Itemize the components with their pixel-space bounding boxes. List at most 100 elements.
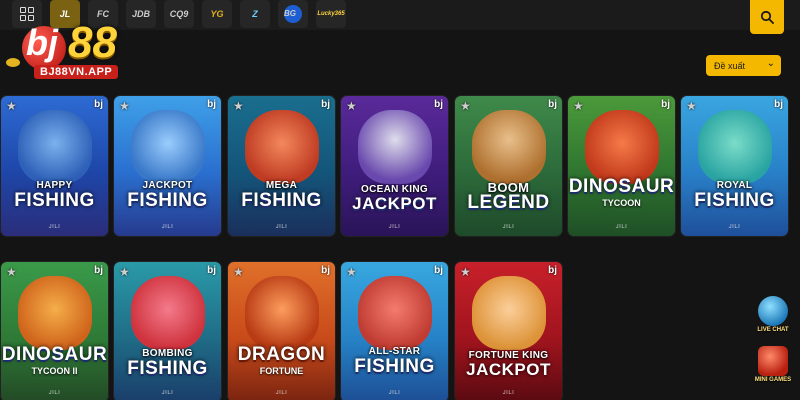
game-card[interactable]: ★ bj JACKPOT FISHING JILI (114, 96, 221, 236)
logo-brand-text: bj (26, 22, 58, 63)
game-artwork (471, 110, 546, 184)
game-title-main: DINOSAUR (1, 344, 108, 365)
game-title-main: FISHING (241, 190, 322, 211)
game-artwork (17, 276, 92, 350)
coin-icon (6, 58, 20, 67)
game-card[interactable]: ★ bj DINOSAUR TYCOON JILI (568, 96, 675, 236)
provider-label: YG (210, 9, 224, 19)
bj-badge-icon: bj (434, 99, 443, 110)
bj-badge-icon: bj (321, 265, 330, 276)
game-card[interactable]: ★ bj FORTUNE KING JACKPOT JILI (455, 262, 562, 400)
game-title-main: JACKPOT (466, 360, 551, 379)
sort-label: Đề xuất (714, 60, 746, 71)
game-provider: JILI (502, 224, 515, 230)
game-card[interactable]: ★ bj MEGA FISHING JILI (228, 96, 335, 236)
game-title-main: LEGEND (467, 192, 550, 213)
star-icon[interactable]: ★ (119, 265, 130, 279)
bj-badge-icon: bj (94, 265, 103, 276)
chevron-down-icon: ⌄ (766, 58, 775, 69)
star-icon[interactable]: ★ (346, 265, 357, 279)
game-card[interactable]: ★ bj ALL-STAR FISHING JILI (341, 262, 448, 400)
search-icon (760, 10, 774, 24)
game-provider: JILI (48, 224, 61, 230)
game-artwork (357, 276, 432, 350)
widget-label: LIVE CHAT (757, 327, 789, 333)
provider-label: BG (284, 5, 302, 23)
game-card[interactable]: ★ bj BOOM LEGEND JILI (455, 96, 562, 236)
game-provider: JILI (388, 390, 401, 396)
game-title-main: FISHING (14, 190, 95, 211)
game-card[interactable]: ★ bj HAPPY FISHING JILI (1, 96, 108, 236)
provider-yg-button[interactable]: YG (202, 0, 232, 28)
game-artwork (130, 110, 205, 184)
game-provider: JILI (728, 224, 741, 230)
star-icon[interactable]: ★ (233, 265, 244, 279)
bj-badge-icon: bj (94, 99, 103, 110)
game-provider: JILI (615, 224, 628, 230)
game-title-main: FISHING (127, 190, 208, 211)
logo-url: BJ88VN.APP (34, 65, 119, 79)
dice-icon (758, 346, 788, 376)
game-artwork (697, 110, 772, 184)
game-artwork (130, 276, 205, 350)
game-title-main: JACKPOT (352, 194, 437, 213)
live-chat-widget[interactable]: LIVE CHAT (753, 296, 793, 333)
game-provider: JILI (275, 390, 288, 396)
bj-badge-icon: bj (548, 99, 557, 110)
star-icon[interactable]: ★ (460, 265, 471, 279)
widget-label: MINI GAMES (754, 377, 792, 383)
chat-icon (758, 296, 788, 326)
game-provider: JILI (502, 390, 515, 396)
game-provider: JILI (275, 224, 288, 230)
provider-cq9-button[interactable]: CQ9 (164, 0, 194, 28)
game-artwork (17, 110, 92, 184)
game-provider: JILI (48, 390, 61, 396)
star-icon[interactable]: ★ (119, 99, 130, 113)
game-card[interactable]: ★ bj DINOSAUR TYCOON II JILI (1, 262, 108, 400)
game-title-main: DINOSAUR (568, 176, 675, 197)
game-provider: JILI (161, 224, 174, 230)
game-title-main: FISHING (694, 190, 775, 211)
provider-label: Lucky365 (317, 11, 345, 17)
bj-badge-icon: bj (207, 265, 216, 276)
provider-label: Z (252, 9, 258, 19)
game-lobby: JL FC JDB CQ9 YG Z BG Lucky365 bj 88 BJ8… (0, 0, 800, 400)
logo-number: 88 (68, 18, 117, 67)
bj-badge-icon: bj (207, 99, 216, 110)
game-card[interactable]: ★ bj DRAGON FORTUNE JILI (228, 262, 335, 400)
star-icon[interactable]: ★ (686, 99, 697, 113)
game-title-main: DRAGON (237, 344, 326, 365)
provider-lucky365-button[interactable]: Lucky365 (316, 0, 346, 28)
game-artwork (244, 276, 319, 350)
bj-badge-icon: bj (774, 99, 783, 110)
game-card[interactable]: ★ bj OCEAN KING JACKPOT JILI (341, 96, 448, 236)
star-icon[interactable]: ★ (6, 265, 17, 279)
star-icon[interactable]: ★ (460, 99, 471, 113)
game-artwork (357, 110, 432, 184)
game-artwork (471, 276, 546, 350)
star-icon[interactable]: ★ (573, 99, 584, 113)
sort-dropdown[interactable]: Đề xuất ⌄ (706, 55, 781, 76)
bj-badge-icon: bj (434, 265, 443, 276)
game-title-main: FISHING (127, 358, 208, 379)
bj-badge-icon: bj (321, 99, 330, 110)
star-icon[interactable]: ★ (346, 99, 357, 113)
bj-badge-icon: bj (548, 265, 557, 276)
provider-label: CQ9 (169, 9, 189, 19)
mini-games-widget[interactable]: MINI GAMES (753, 346, 793, 383)
provider-bg-button[interactable]: BG (278, 0, 308, 28)
search-button[interactable] (750, 0, 784, 34)
game-card[interactable]: ★ bj ROYAL FISHING JILI (681, 96, 788, 236)
game-provider: JILI (161, 390, 174, 396)
game-title-sub: TYCOON (602, 198, 641, 208)
game-artwork (584, 110, 659, 184)
game-card[interactable]: ★ bj BOMBING FISHING JILI (114, 262, 221, 400)
star-icon[interactable]: ★ (6, 99, 17, 113)
game-artwork (244, 110, 319, 184)
brand-logo[interactable]: bj 88 BJ88VN.APP (8, 12, 138, 82)
bj-badge-icon: bj (661, 99, 670, 110)
provider-z-button[interactable]: Z (240, 0, 270, 28)
game-title-main: FISHING (354, 356, 435, 377)
game-title-sub: TYCOON II (31, 366, 78, 376)
star-icon[interactable]: ★ (233, 99, 244, 113)
